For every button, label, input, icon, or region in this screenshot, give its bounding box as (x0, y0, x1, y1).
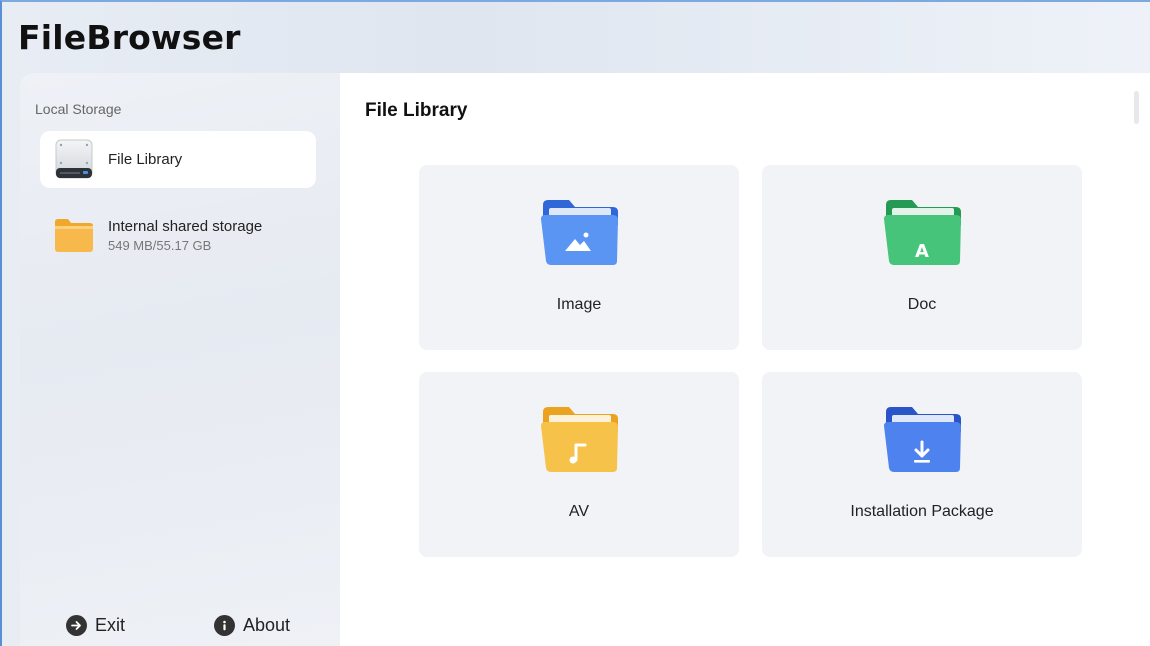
exit-arrow-icon (66, 614, 87, 636)
sidebar-section-label: Local Storage (35, 101, 122, 117)
about-label: About (243, 614, 291, 635)
category-card-av[interactable]: AV (419, 372, 739, 557)
category-card-image[interactable]: Image (419, 165, 739, 350)
card-label: Installation Package (850, 503, 994, 520)
sidebar: Local Storage File Library Internal shar… (20, 73, 340, 646)
orange-folder-icon (55, 219, 93, 252)
sidebar-item-internal-storage[interactable]: Internal shared storage 549 MB/55.17 GB (40, 206, 316, 263)
sidebar-item-label: File Library (108, 151, 183, 168)
card-label: Image (556, 296, 602, 313)
exit-label: Exit (95, 614, 126, 635)
info-icon (214, 614, 235, 636)
svg-text:A: A (915, 241, 929, 262)
app-title: FileBrowser (18, 18, 241, 57)
hard-drive-icon (55, 139, 93, 179)
category-card-installation-package[interactable]: Installation Package (762, 372, 1082, 557)
image-folder-icon (541, 200, 618, 265)
scrollbar[interactable] (1134, 91, 1139, 124)
sidebar-item-file-library[interactable]: File Library (40, 131, 316, 188)
about-button[interactable]: About (214, 610, 290, 640)
category-card-doc[interactable]: A Doc (762, 165, 1082, 350)
exit-button[interactable]: Exit (66, 610, 125, 640)
card-label: Doc (907, 296, 937, 313)
package-folder-icon (884, 407, 961, 472)
page-title: File Library (365, 100, 468, 121)
sidebar-item-label: Internal shared storage (108, 218, 263, 235)
main-content: File Library Image A Doc AV Installation… (340, 73, 1150, 646)
doc-folder-icon: A (884, 200, 961, 265)
card-label: AV (568, 503, 590, 520)
storage-usage-text: 549 MB/55.17 GB (108, 238, 212, 253)
audio-folder-icon (541, 407, 618, 472)
